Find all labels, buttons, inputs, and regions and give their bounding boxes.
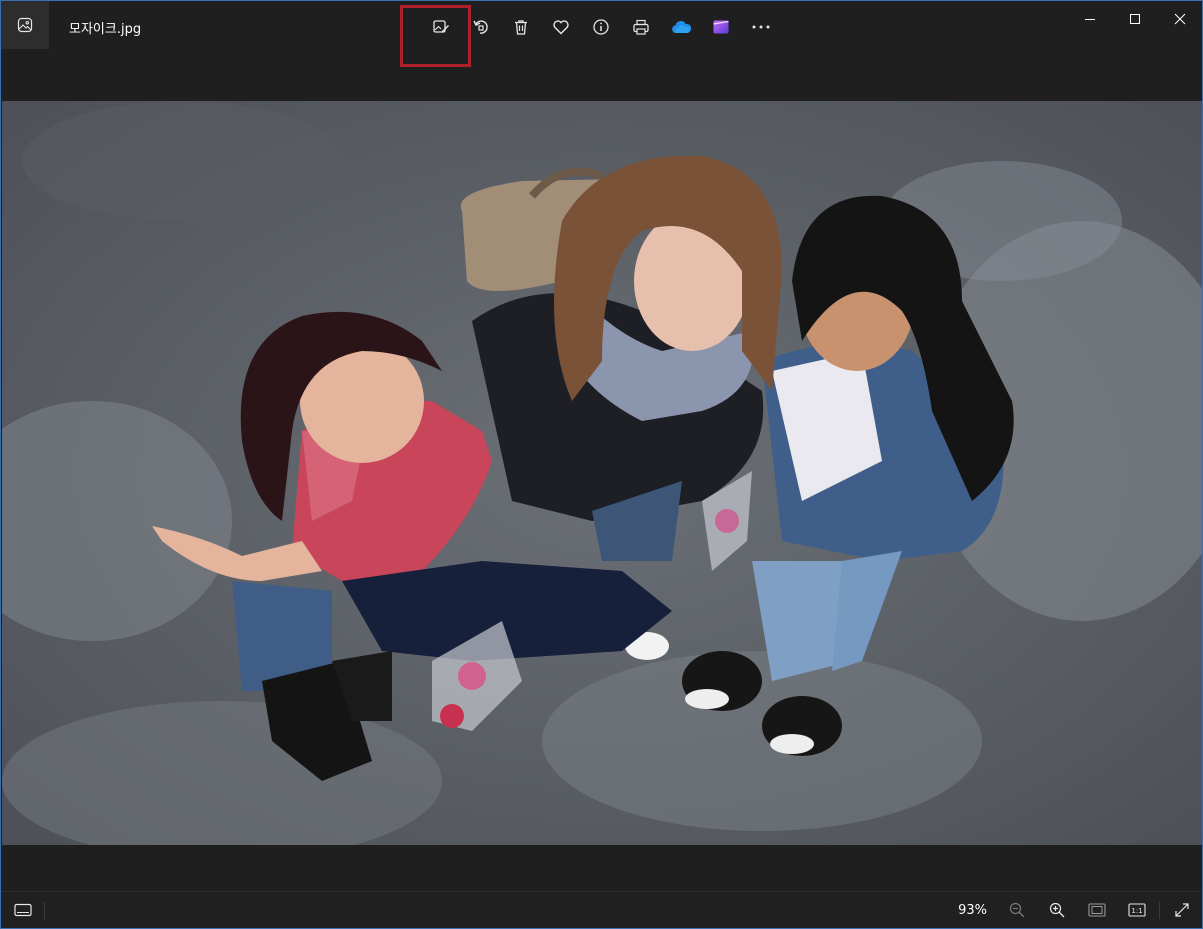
close-button[interactable] — [1157, 1, 1202, 37]
filmstrip-button[interactable] — [9, 898, 37, 922]
info-icon — [593, 19, 609, 35]
zoom-in-button[interactable] — [1037, 892, 1077, 928]
trash-icon — [515, 20, 527, 35]
window-controls — [1067, 1, 1202, 37]
title-toolbar-bar: 모자이크.jpg — [1, 1, 1202, 67]
more-options-button[interactable] — [741, 8, 781, 46]
video-editor-icon — [713, 20, 729, 34]
fullscreen-button[interactable] — [1162, 892, 1202, 928]
minimize-icon — [1084, 19, 1095, 20]
onedrive-cloud-icon — [672, 21, 692, 33]
minimize-button[interactable] — [1067, 1, 1112, 37]
photo-viewer-image[interactable] — [2, 101, 1202, 845]
maximize-icon — [1129, 14, 1140, 24]
zoom-in-icon — [1049, 902, 1065, 918]
fit-to-window-button[interactable] — [1077, 892, 1117, 928]
app-icon[interactable] — [1, 1, 49, 49]
favorite-button[interactable] — [541, 8, 581, 46]
zoom-level-label: 93% — [958, 902, 987, 918]
printer-icon — [633, 19, 649, 35]
zoom-out-button[interactable] — [997, 892, 1037, 928]
zoom-controls: 93% 1:1 — [958, 892, 1202, 928]
divider — [44, 902, 45, 920]
delete-button[interactable] — [501, 8, 541, 46]
bottom-status-bar: 93% 1:1 — [1, 891, 1202, 928]
file-name-title: 모자이크.jpg — [69, 22, 142, 37]
actual-size-button[interactable]: 1:1 — [1117, 892, 1157, 928]
maximize-button[interactable] — [1112, 1, 1157, 37]
ellipsis-icon — [752, 25, 770, 29]
close-icon — [1174, 13, 1185, 25]
clipchamp-button[interactable] — [701, 8, 741, 46]
photos-app-window: 모자이크.jpg 93% 1:1 — [0, 0, 1203, 929]
image-toolbar — [421, 8, 781, 46]
rotate-icon — [473, 20, 488, 34]
photo-app-icon — [17, 17, 33, 33]
fullscreen-icon — [1175, 903, 1189, 917]
zoom-out-icon — [1009, 902, 1025, 918]
heart-icon — [553, 20, 569, 35]
fit-to-window-icon — [1088, 903, 1106, 917]
actual-size-icon: 1:1 — [1128, 903, 1146, 917]
info-button[interactable] — [581, 8, 621, 46]
filmstrip-icon — [14, 903, 32, 917]
svg-text:1:1: 1:1 — [1131, 907, 1142, 915]
edit-button-highlight-box — [400, 5, 471, 67]
print-button[interactable] — [621, 8, 661, 46]
onedrive-button[interactable] — [661, 8, 701, 46]
divider — [1159, 901, 1160, 919]
three-girls-photo — [2, 101, 1202, 845]
